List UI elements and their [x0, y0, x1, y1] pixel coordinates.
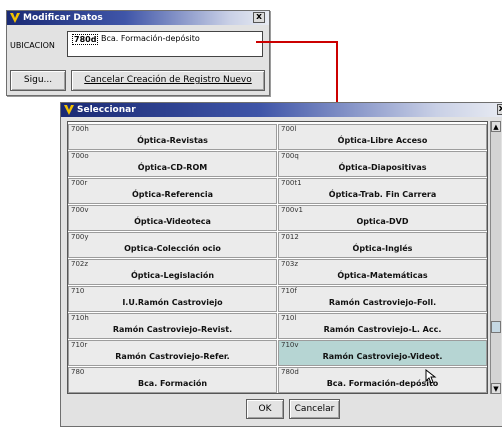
- location-code: 700v: [71, 206, 89, 214]
- location-label: Bca. Formación-depósito: [326, 379, 439, 388]
- location-cell[interactable]: 710 I.U.Ramón Castroviejo: [68, 286, 277, 312]
- location-label: Óptica-Legislación: [130, 271, 215, 280]
- location-code: 710h: [71, 314, 89, 322]
- cancelar-button[interactable]: Cancelar: [289, 399, 340, 419]
- location-code: 780: [71, 368, 85, 376]
- close-icon[interactable]: x: [253, 12, 265, 23]
- location-label: Bca. Formación: [137, 379, 208, 388]
- location-label: Ramón Castroviejo-L. Acc.: [323, 325, 442, 334]
- ubicacion-field[interactable]: 780d Bca. Formación-depósito: [67, 31, 263, 57]
- ubicacion-code: 780d: [72, 34, 99, 45]
- location-code: 700o: [71, 152, 89, 160]
- location-cell[interactable]: 700y Optica-Colección ocio: [68, 232, 277, 258]
- mouse-pointer-icon: [425, 369, 437, 384]
- location-cell[interactable]: 700v Óptica-Videoteca: [68, 205, 277, 231]
- modificar-datos-title: Modificar Datos: [23, 13, 103, 23]
- sigu-button[interactable]: Sigu...: [10, 70, 66, 91]
- location-label: Ramón Castroviejo-Revist.: [112, 325, 233, 334]
- location-code: 700q: [281, 152, 299, 160]
- location-cell[interactable]: 710h Ramón Castroviejo-Revist.: [68, 313, 277, 339]
- connector-line-vertical: [336, 41, 338, 103]
- modificar-datos-dialog: Modificar Datos x UBICACION 780d Bca. Fo…: [6, 10, 270, 96]
- modificar-datos-titlebar[interactable]: Modificar Datos: [7, 11, 269, 25]
- location-label: Óptica-Videoteca: [134, 217, 211, 226]
- location-code: 700t1: [281, 179, 302, 187]
- seleccionar-dialog: Seleccionar x 700h Óptica-Revistas 700l Ópt…: [60, 102, 502, 427]
- location-code: 710r: [71, 341, 88, 349]
- location-cell[interactable]: 700v1 Optica-DVD: [278, 205, 487, 231]
- location-code: 700l: [281, 125, 297, 133]
- location-grid: 700h Óptica-Revistas 700l Óptica-Libre Acce…: [67, 121, 488, 394]
- connector-line-horizontal: [256, 41, 338, 43]
- location-label: Ramón Castroviejo-Refer.: [115, 352, 230, 361]
- app-v-icon: [10, 13, 20, 23]
- app-v-icon: [64, 105, 74, 115]
- cancelar-creacion-button[interactable]: Cancelar Creación de Registro Nuevo: [71, 70, 265, 91]
- location-label: Óptica-Matemáticas: [337, 271, 428, 280]
- location-label: I.U.Ramón Castroviejo: [122, 298, 223, 307]
- location-code: 780d: [281, 368, 299, 376]
- location-cell[interactable]: 702z Óptica-Legislación: [68, 259, 277, 285]
- location-label: Optica-Colección ocio: [124, 244, 221, 253]
- seleccionar-title: Seleccionar: [77, 105, 136, 115]
- location-code: 700h: [71, 125, 89, 133]
- location-cell[interactable]: 700h Óptica-Revistas: [68, 124, 277, 150]
- location-label: Óptica-Trab. Fin Carrera: [328, 190, 437, 199]
- ubicacion-label: UBICACION: [10, 41, 55, 50]
- location-cell[interactable]: 700o Óptica-CD-ROM: [68, 151, 277, 177]
- location-cell[interactable]: 700t1 Óptica-Trab. Fin Carrera: [278, 178, 487, 204]
- location-label: Óptica-CD-ROM: [137, 163, 208, 172]
- location-code: 710: [71, 287, 85, 295]
- location-cell[interactable]: 700r Óptica-Referencia: [68, 178, 277, 204]
- scrollbar-thumb[interactable]: [491, 321, 501, 333]
- location-code: 703z: [281, 260, 299, 268]
- location-code: 700r: [71, 179, 88, 187]
- location-cell[interactable]: 703z Óptica-Matemáticas: [278, 259, 487, 285]
- location-code: 710l: [281, 314, 297, 322]
- location-cell[interactable]: 780d Bca. Formación-depósito: [278, 367, 487, 393]
- location-label: Óptica-Diapositivas: [338, 163, 427, 172]
- location-cell[interactable]: 700q Óptica-Diapositivas: [278, 151, 487, 177]
- location-code: 700v1: [281, 206, 303, 214]
- scroll-up-arrow-icon[interactable]: ▲: [491, 121, 501, 132]
- location-cell[interactable]: 710l Ramón Castroviejo-L. Acc.: [278, 313, 487, 339]
- close-icon[interactable]: x: [497, 104, 502, 115]
- location-label: Ramón Castroviejo-Videot.: [322, 352, 443, 361]
- location-label: Óptica-Referencia: [132, 190, 213, 199]
- location-cell[interactable]: 710r Ramón Castroviejo-Refer.: [68, 340, 277, 366]
- location-label: Óptica-Revistas: [137, 136, 208, 145]
- cancelar-creacion-label: Cancelar Creación de Registro Nuevo: [84, 75, 252, 85]
- location-code: 700y: [71, 233, 89, 241]
- location-cell[interactable]: 780 Bca. Formación: [68, 367, 277, 393]
- location-code: 710f: [281, 287, 297, 295]
- location-cell[interactable]: 710v Ramón Castroviejo-Videot.: [278, 340, 487, 366]
- ubicacion-value: Bca. Formación-depósito: [101, 34, 200, 43]
- location-cell[interactable]: 710f Ramón Castroviejo-Foll.: [278, 286, 487, 312]
- location-label: Óptica-Inglés: [352, 244, 413, 253]
- location-code: 7012: [281, 233, 299, 241]
- scroll-down-arrow-icon[interactable]: ▼: [491, 383, 501, 394]
- ok-button[interactable]: OK: [246, 399, 284, 419]
- location-code: 702z: [71, 260, 89, 268]
- vertical-scrollbar[interactable]: ▲ ▼: [490, 121, 501, 394]
- location-cell[interactable]: 700l Óptica-Libre Acceso: [278, 124, 487, 150]
- location-code: 710v: [281, 341, 299, 349]
- seleccionar-titlebar[interactable]: Seleccionar: [61, 103, 502, 117]
- location-label: Óptica-Libre Acceso: [337, 136, 428, 145]
- location-cell[interactable]: 7012 Óptica-Inglés: [278, 232, 487, 258]
- location-label: Optica-DVD: [356, 217, 409, 226]
- location-label: Ramón Castroviejo-Foll.: [328, 298, 437, 307]
